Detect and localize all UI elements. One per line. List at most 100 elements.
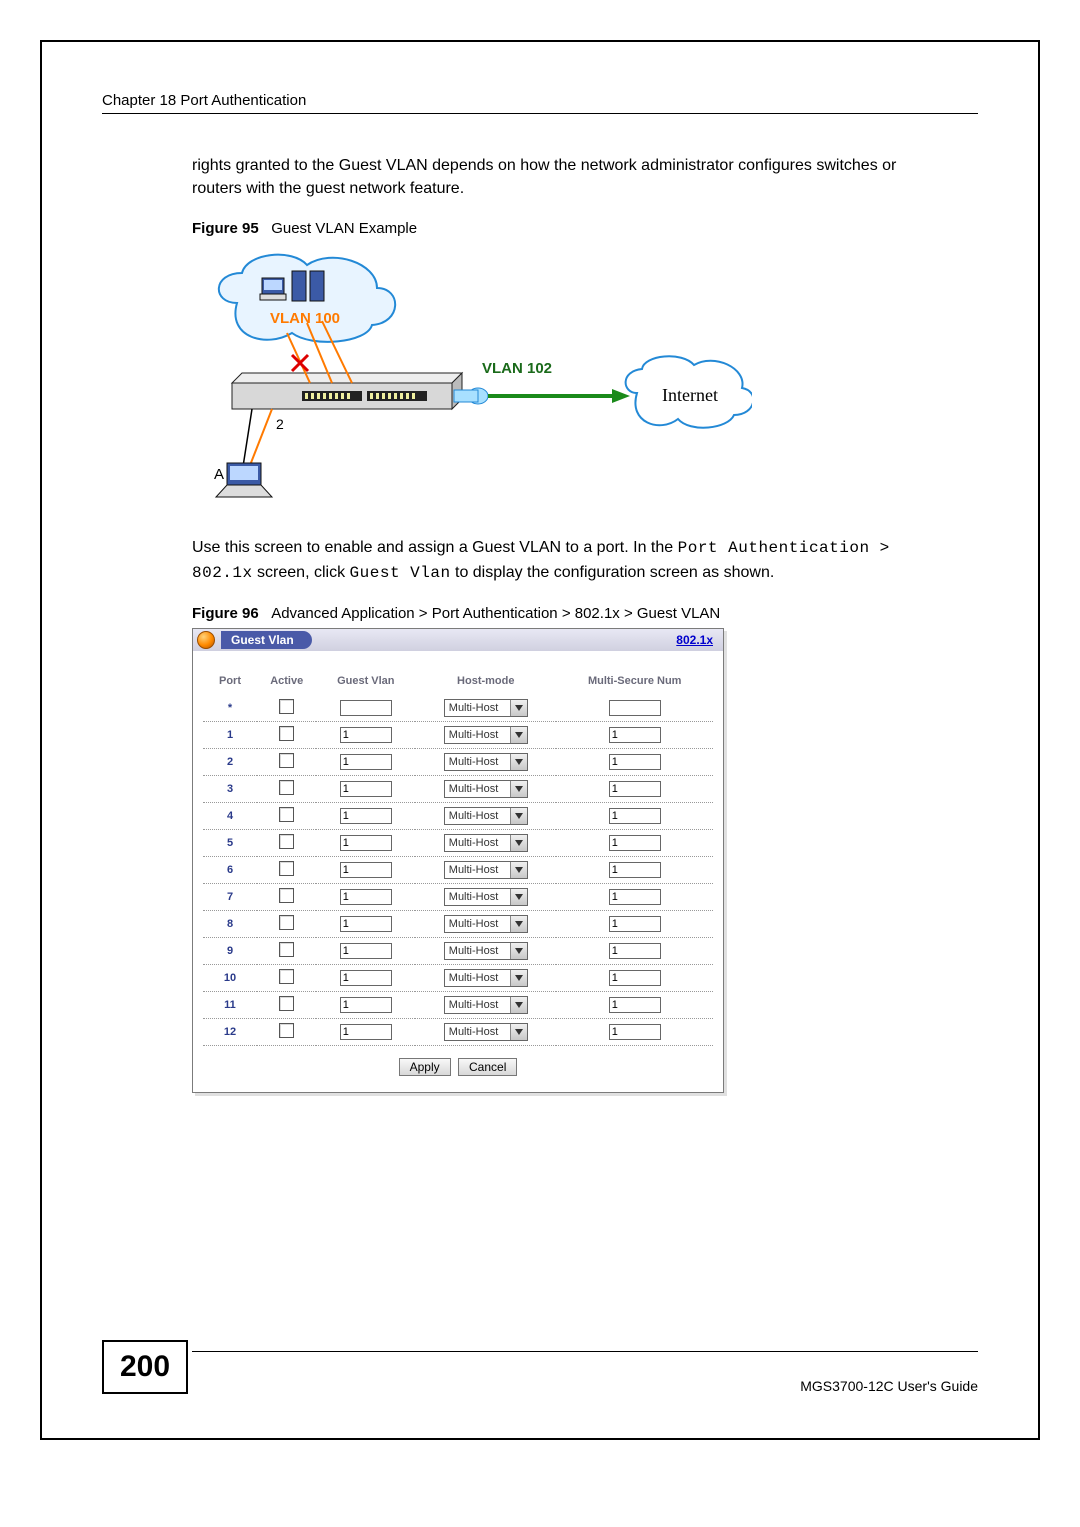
guest-vlan-input[interactable]	[340, 970, 392, 986]
multisecure-input[interactable]	[609, 862, 661, 878]
panel-title: Guest Vlan	[221, 631, 312, 649]
port-2-label: 2	[276, 416, 284, 432]
multisecure-input[interactable]	[609, 808, 661, 824]
multisecure-input[interactable]	[609, 835, 661, 851]
chevron-down-icon	[510, 1024, 527, 1040]
figure-95-label: Figure 95	[192, 220, 259, 237]
nav-path-2: Guest Vlan	[350, 564, 451, 582]
active-checkbox[interactable]	[279, 996, 294, 1011]
hostmode-value: Multi-Host	[445, 972, 510, 984]
guest-vlan-input[interactable]	[340, 997, 392, 1013]
guest-vlan-input[interactable]	[340, 781, 392, 797]
figure-96-title: Advanced Application > Port Authenticati…	[271, 605, 720, 622]
multisecure-input[interactable]	[609, 781, 661, 797]
table-row: 6 Multi-Host	[203, 856, 713, 883]
port-cell: *	[203, 695, 257, 722]
active-checkbox[interactable]	[279, 780, 294, 795]
hostmode-select[interactable]: Multi-Host	[444, 1023, 528, 1041]
figure-96-caption: Figure 96 Advanced Application > Port Au…	[192, 605, 978, 622]
hostmode-select[interactable]: Multi-Host	[444, 699, 528, 717]
multisecure-input[interactable]	[609, 970, 661, 986]
chevron-down-icon	[510, 943, 527, 959]
guest-vlan-input[interactable]	[340, 835, 392, 851]
guest-vlan-input[interactable]	[340, 754, 392, 770]
guest-vlan-input[interactable]	[340, 700, 392, 716]
active-checkbox[interactable]	[279, 726, 294, 741]
chevron-down-icon	[510, 997, 527, 1013]
internet-label: Internet	[662, 385, 718, 405]
active-checkbox[interactable]	[279, 861, 294, 876]
hostmode-select[interactable]: Multi-Host	[444, 861, 528, 879]
hostmode-value: Multi-Host	[445, 837, 510, 849]
active-checkbox[interactable]	[279, 699, 294, 714]
port-cell: 7	[203, 883, 257, 910]
table-row: 10 Multi-Host	[203, 964, 713, 991]
active-checkbox[interactable]	[279, 753, 294, 768]
hostmode-value: Multi-Host	[445, 864, 510, 876]
multisecure-input[interactable]	[609, 997, 661, 1013]
port-cell: 5	[203, 829, 257, 856]
hostmode-value: Multi-Host	[445, 810, 510, 822]
table-row: 9 Multi-Host	[203, 937, 713, 964]
hostmode-select[interactable]: Multi-Host	[444, 780, 528, 798]
multisecure-input[interactable]	[609, 916, 661, 932]
active-checkbox[interactable]	[279, 834, 294, 849]
port-cell: 6	[203, 856, 257, 883]
figure-95-caption: Figure 95 Guest VLAN Example	[192, 220, 978, 237]
hostmode-select[interactable]: Multi-Host	[444, 915, 528, 933]
hostmode-select[interactable]: Multi-Host	[444, 726, 528, 744]
header-rule	[102, 113, 978, 114]
hostmode-value: Multi-Host	[445, 702, 510, 714]
table-row: 2Multi-Host	[203, 748, 713, 775]
paragraph-1: rights granted to the Guest VLAN depends…	[192, 154, 912, 200]
hostmode-select[interactable]: Multi-Host	[444, 942, 528, 960]
page: Chapter 18 Port Authentication rights gr…	[40, 40, 1040, 1440]
hostmode-select[interactable]: Multi-Host	[444, 753, 528, 771]
guest-vlan-input[interactable]	[340, 889, 392, 905]
guest-vlan-input[interactable]	[340, 862, 392, 878]
guest-vlan-input[interactable]	[340, 943, 392, 959]
button-row: Apply Cancel	[203, 1046, 713, 1082]
multisecure-input[interactable]	[609, 727, 661, 743]
page-footer: 200 MGS3700-12C User's Guide	[102, 1340, 978, 1394]
guest-vlan-input[interactable]	[340, 727, 392, 743]
multisecure-input[interactable]	[609, 889, 661, 905]
chevron-down-icon	[510, 835, 527, 851]
table-row: 4Multi-Host	[203, 802, 713, 829]
col-hm: Host-mode	[415, 671, 556, 695]
table-row: 1Multi-Host	[203, 721, 713, 748]
port-cell: 10	[203, 964, 257, 991]
multisecure-input[interactable]	[609, 943, 661, 959]
hostmode-select[interactable]: Multi-Host	[444, 996, 528, 1014]
guest-vlan-panel: Guest Vlan 802.1x Port Active Guest Vlan…	[192, 628, 724, 1093]
page-number: 200	[102, 1340, 188, 1394]
cancel-button[interactable]: Cancel	[458, 1058, 517, 1076]
guest-vlan-input[interactable]	[340, 1024, 392, 1040]
link-8021x[interactable]: 802.1x	[676, 633, 713, 647]
active-checkbox[interactable]	[279, 1023, 294, 1038]
guest-vlan-input[interactable]	[340, 808, 392, 824]
multisecure-input[interactable]	[609, 754, 661, 770]
multisecure-input[interactable]	[609, 700, 661, 716]
apply-button[interactable]: Apply	[399, 1058, 451, 1076]
hostmode-select[interactable]: Multi-Host	[444, 834, 528, 852]
hostmode-select[interactable]: Multi-Host	[444, 807, 528, 825]
port-cell: 9	[203, 937, 257, 964]
active-checkbox[interactable]	[279, 942, 294, 957]
guest-vlan-input[interactable]	[340, 916, 392, 932]
table-row: 12Multi-Host	[203, 1018, 713, 1045]
active-checkbox[interactable]	[279, 969, 294, 984]
hostmode-select[interactable]: Multi-Host	[444, 969, 528, 987]
table-row: 8Multi-Host	[203, 910, 713, 937]
chevron-down-icon	[510, 862, 527, 878]
hostmode-select[interactable]: Multi-Host	[444, 888, 528, 906]
chapter-header: Chapter 18 Port Authentication	[102, 92, 978, 109]
active-checkbox[interactable]	[279, 888, 294, 903]
active-checkbox[interactable]	[279, 915, 294, 930]
port-cell: 3	[203, 775, 257, 802]
guest-vlan-diagram: VLAN 100 2 A	[192, 243, 752, 503]
multisecure-input[interactable]	[609, 1024, 661, 1040]
figure-96-label: Figure 96	[192, 605, 259, 622]
hostmode-value: Multi-Host	[445, 783, 510, 795]
active-checkbox[interactable]	[279, 807, 294, 822]
